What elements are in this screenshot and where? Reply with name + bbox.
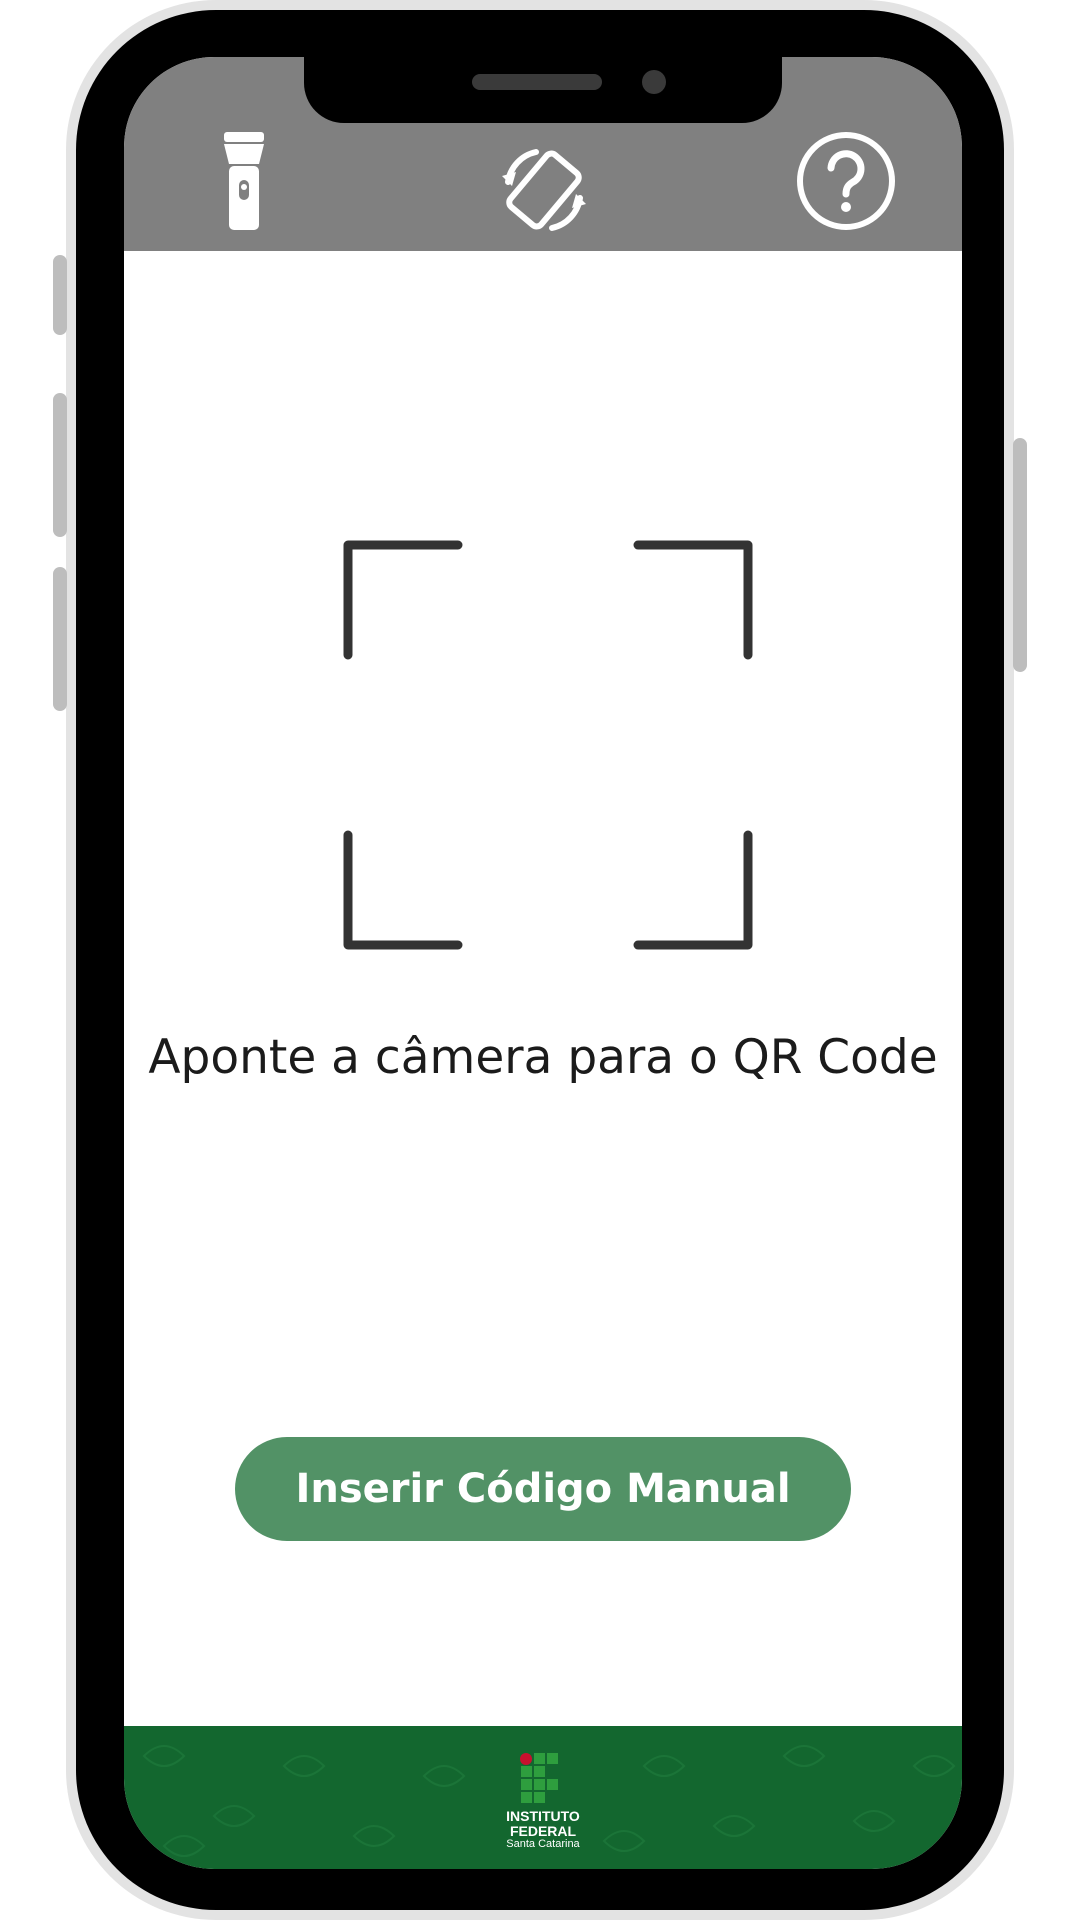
mute-switch — [53, 255, 67, 335]
power-button — [1013, 438, 1027, 672]
front-camera — [642, 70, 666, 94]
scan-corner-top-left — [343, 540, 463, 660]
scan-corner-bottom-left — [343, 830, 463, 950]
phone-notch — [304, 57, 782, 123]
scan-instruction: Aponte a câmera para o QR Code — [148, 1030, 938, 1085]
flashlight-icon — [224, 132, 264, 230]
phone-speaker — [472, 74, 602, 90]
flashlight-button[interactable] — [194, 127, 294, 237]
volume-up-button — [53, 393, 67, 537]
scan-corner-top-right — [633, 540, 753, 660]
scan-corner-bottom-right — [633, 830, 753, 950]
help-button[interactable] — [794, 129, 898, 233]
volume-down-button — [53, 567, 67, 711]
page: Aponte a câmera para o QR Code Inserir C… — [0, 0, 1080, 1920]
rotate-screen-icon — [502, 149, 586, 231]
manual-code-button[interactable]: Inserir Código Manual — [235, 1437, 851, 1541]
app-screen — [124, 57, 962, 1869]
rotate-camera-button[interactable] — [489, 135, 599, 245]
help-icon — [797, 132, 895, 230]
qr-scan-frame — [343, 540, 753, 950]
